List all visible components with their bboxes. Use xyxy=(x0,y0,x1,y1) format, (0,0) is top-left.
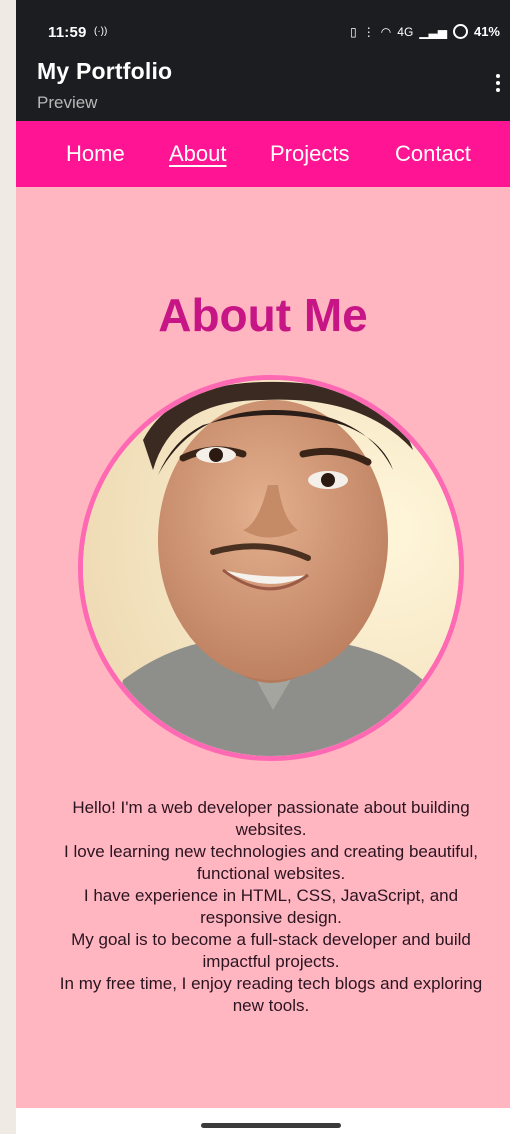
main-nav: Home About Projects Contact xyxy=(16,121,510,187)
vibrate-icon: ▯ xyxy=(350,24,357,39)
bio-line: My goal is to become a full-stack develo… xyxy=(71,930,471,971)
battery-percent: 41% xyxy=(473,24,500,39)
bio-line: Hello! I'm a web developer passionate ab… xyxy=(72,798,470,839)
bio-line: I love learning new technologies and cre… xyxy=(64,842,478,883)
status-icons: ▯ ⋮ ◠ 4G ▁▃▅ 41% xyxy=(350,24,500,39)
more-vert-icon[interactable] xyxy=(496,74,502,92)
app-header: 11:59 (·)) ▯ ⋮ ◠ 4G ▁▃▅ 41% My Portfolio… xyxy=(16,0,510,121)
app-frame: 11:59 (·)) ▯ ⋮ ◠ 4G ▁▃▅ 41% My Portfolio… xyxy=(16,0,510,1134)
nav-about[interactable]: About xyxy=(169,141,227,167)
status-time: 11:59 xyxy=(48,24,87,41)
app-subtitle: Preview xyxy=(37,93,98,112)
bio-line: In my free time, I enjoy reading tech bl… xyxy=(59,974,483,1015)
bio-text: Hello! I'm a web developer passionate ab… xyxy=(46,797,496,1017)
gesture-bar xyxy=(16,1108,510,1134)
hotspot-icon: (·)) xyxy=(94,26,108,37)
wifi-icon: ◠ xyxy=(380,24,392,39)
nav-contact[interactable]: Contact xyxy=(395,141,471,167)
volte-icon: ⋮ xyxy=(362,24,375,39)
battery-icon xyxy=(452,24,468,39)
signal-type: 4G xyxy=(397,24,414,39)
profile-photo xyxy=(78,375,464,761)
app-title: My Portfolio xyxy=(37,58,173,84)
portrait-illustration xyxy=(83,380,459,756)
home-indicator[interactable] xyxy=(201,1123,341,1128)
nav-home[interactable]: Home xyxy=(66,141,125,167)
bio-line: I have experience in HTML, CSS, JavaScri… xyxy=(83,886,459,927)
signal-icon: ▁▃▅ xyxy=(419,24,447,39)
page-heading: About Me xyxy=(158,289,368,341)
nav-projects[interactable]: Projects xyxy=(270,141,349,167)
